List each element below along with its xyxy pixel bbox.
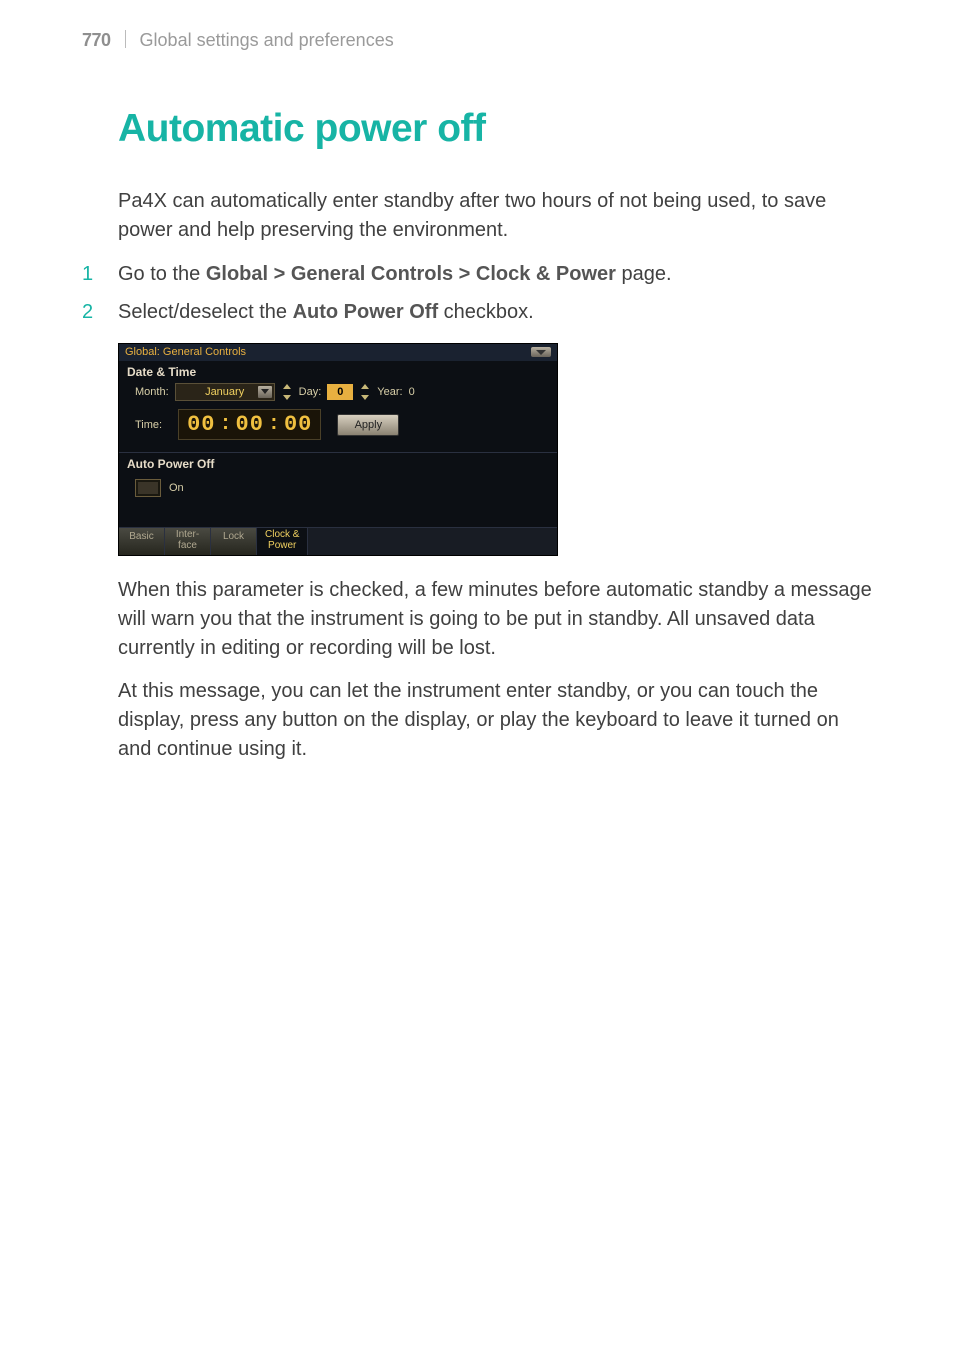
auto-power-off-section-label: Auto Power Off <box>119 453 557 473</box>
screenshot-tabs: Basic Inter- face Lock Clock & Power <box>119 527 557 555</box>
step-number: 1 <box>82 259 118 289</box>
step-text-post: page. <box>616 263 672 285</box>
day-field[interactable]: 0 <box>327 384 353 400</box>
screenshot-title: Global: General Controls <box>125 346 246 358</box>
time-minutes: 00 <box>236 412 264 437</box>
time-field[interactable]: 00 : 00 : 00 <box>178 409 321 440</box>
auto-power-off-checkbox[interactable] <box>135 479 161 497</box>
month-select[interactable]: January <box>175 383 275 401</box>
page-title: Automatic power off <box>118 107 872 151</box>
time-seconds: 00 <box>284 412 312 437</box>
step-text-pre: Go to the <box>118 263 206 285</box>
screenshot-titlebar: Global: General Controls <box>119 344 557 361</box>
time-colon: : <box>264 413 284 436</box>
chevron-down-icon <box>258 386 272 398</box>
time-hours: 00 <box>187 412 215 437</box>
month-stepper-icon[interactable] <box>281 384 293 400</box>
month-label: Month: <box>135 386 169 398</box>
time-label: Time: <box>135 419 162 431</box>
step-2: 2 Select/deselect the Auto Power Off che… <box>82 297 872 327</box>
option-name: Auto Power Off <box>293 301 439 323</box>
year-label: Year: <box>377 386 402 398</box>
steps-list: 1 Go to the Global > General Controls > … <box>82 259 872 327</box>
section-title: Global settings and preferences <box>140 30 394 51</box>
tab-clock-power[interactable]: Clock & Power <box>257 528 308 555</box>
intro-paragraph: Pa4X can automatically enter standby aft… <box>118 187 872 245</box>
header-divider <box>125 30 126 48</box>
time-colon: : <box>216 413 236 436</box>
apply-button[interactable]: Apply <box>337 414 399 436</box>
tab-basic[interactable]: Basic <box>119 528 165 555</box>
day-label: Day: <box>299 386 322 398</box>
tab-interface[interactable]: Inter- face <box>165 528 211 555</box>
tab-lock[interactable]: Lock <box>211 528 257 555</box>
body-paragraph: When this parameter is checked, a few mi… <box>118 576 872 663</box>
year-value: 0 <box>409 386 415 398</box>
menu-path: Global > General Controls > Clock & Powe… <box>206 263 616 285</box>
step-text-pre: Select/deselect the <box>118 301 293 323</box>
step-number: 2 <box>82 297 118 327</box>
step-1: 1 Go to the Global > General Controls > … <box>82 259 872 289</box>
auto-power-off-on-label: On <box>169 482 184 494</box>
date-time-section-label: Date & Time <box>119 361 557 381</box>
page-header: 770 Global settings and preferences <box>82 28 872 51</box>
step-text-post: checkbox. <box>438 301 534 323</box>
body-paragraph: At this message, you can let the instrum… <box>118 677 872 764</box>
page-number: 770 <box>82 30 111 51</box>
day-stepper-icon[interactable] <box>359 384 371 400</box>
dropdown-menu-icon[interactable] <box>531 347 551 357</box>
device-screenshot: Global: General Controls Date & Time Mon… <box>118 343 558 556</box>
month-value: January <box>205 386 244 398</box>
